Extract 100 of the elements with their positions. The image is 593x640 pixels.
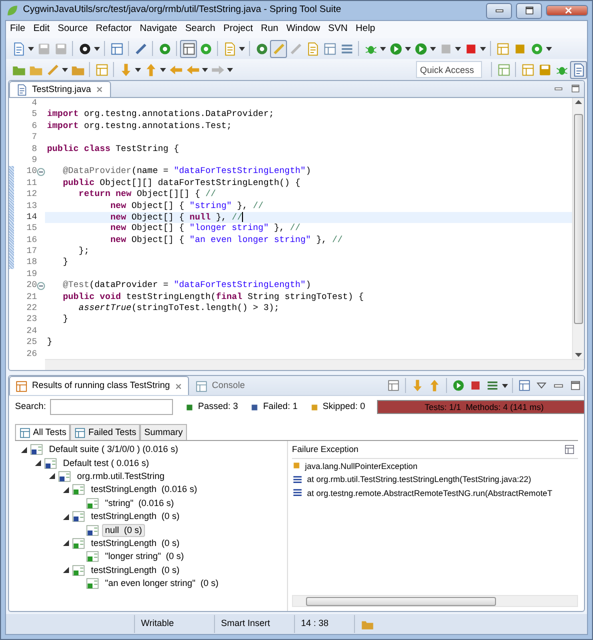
page-icon: [306, 42, 320, 56]
minimize-button[interactable]: [486, 2, 512, 18]
expander-icon[interactable]: [35, 460, 41, 466]
horizontal-scrollbar[interactable]: [292, 595, 578, 607]
expander-icon[interactable]: [63, 567, 69, 574]
code-line: public void testStringLength(final String stringToTest) {: [62, 292, 365, 304]
line-number: 9: [30, 154, 38, 166]
maximize-icon: [569, 379, 582, 392]
menu-item[interactable]: Search: [181, 22, 220, 37]
run-icon: [452, 379, 465, 392]
tree-item[interactable]: null (0 s): [102, 524, 146, 537]
collapse-icon[interactable]: [37, 168, 45, 176]
tree-item[interactable]: testStringLength (0 s): [88, 510, 183, 524]
line-number: 20: [9, 280, 45, 292]
caret-icon[interactable]: [380, 46, 386, 50]
tree-item[interactable]: "string" (0.016 s): [102, 496, 177, 510]
tree-item[interactable]: "an even longer string" (0 s): [102, 577, 222, 590]
window-icon: [322, 42, 336, 56]
caret-icon[interactable]: [239, 46, 245, 50]
vertical-scrollbar[interactable]: [572, 98, 584, 359]
menu-item[interactable]: Window: [282, 22, 324, 37]
menu-item[interactable]: SVN: [324, 22, 352, 37]
run-icon: [414, 42, 428, 56]
scroll-down-icon[interactable]: [575, 353, 582, 357]
caret-icon[interactable]: [160, 68, 166, 72]
stack-trace-line[interactable]: java.lang.NullPointerException: [305, 460, 418, 472]
caret-icon[interactable]: [135, 68, 141, 72]
tab[interactable]: Failed Tests: [70, 424, 140, 440]
stack-trace-line[interactable]: at org.testng.remote.AbstractRemoteTestNG.run(AbstractRemoteT: [307, 486, 552, 499]
up-arrow-icon: [428, 379, 441, 392]
collapse-icon[interactable]: [37, 282, 45, 290]
code-line: }: [62, 257, 70, 269]
leaf-icon: [5, 4, 19, 18]
tree-item[interactable]: Default suite ( 3/1/0/0 ) (0.016 s): [46, 443, 182, 456]
scroll-up-icon[interactable]: [575, 100, 582, 104]
window-icon: [518, 379, 531, 392]
menu-item[interactable]: Refactor: [92, 22, 136, 37]
caret-icon[interactable]: [455, 46, 461, 50]
tab[interactable]: All Tests: [15, 424, 70, 440]
window-icon: [520, 62, 534, 76]
maximize-button[interactable]: [516, 2, 542, 18]
tree-item[interactable]: "longer string" (0 s): [102, 550, 187, 564]
line-number: 24: [25, 326, 38, 338]
tree-icon: [74, 426, 86, 438]
menu-item[interactable]: File: [6, 22, 30, 37]
menu-item[interactable]: Edit: [29, 22, 54, 37]
tree-item[interactable]: testStringLength (0 s): [88, 564, 183, 577]
window-icon: [182, 42, 196, 56]
tree-item[interactable]: testStringLength (0.016 s): [88, 483, 200, 496]
search-field[interactable]: [50, 399, 174, 415]
tree-item[interactable]: Default test ( 0.016 s): [60, 456, 152, 470]
toolbar-button[interactable]: [180, 40, 197, 58]
caret-icon[interactable]: [546, 46, 552, 50]
code-line: @DataProvider(name = "dataForTestStringLength"): [62, 166, 312, 178]
caret-icon[interactable]: [94, 46, 100, 50]
tree-item[interactable]: org.rmb.util.TestString: [74, 470, 168, 483]
menu-item[interactable]: Project: [219, 22, 257, 37]
tree-item[interactable]: testStringLength (0 s): [88, 536, 183, 550]
expander-icon[interactable]: [63, 540, 69, 546]
counter-label: Failed: 1: [263, 400, 298, 414]
line-number: 6: [30, 120, 38, 132]
quick-access-field[interactable]: Quick Access: [416, 61, 482, 78]
caret-icon[interactable]: [62, 68, 68, 72]
tree-icon: [19, 426, 31, 438]
exception-icon: [292, 461, 301, 470]
caret-icon[interactable]: [202, 68, 208, 72]
editor-tab[interactable]: TestString.java: [9, 81, 112, 97]
close-icon: [562, 5, 574, 16]
code-line: };: [78, 246, 90, 258]
caret-icon[interactable]: [430, 46, 436, 50]
caret-icon[interactable]: [28, 46, 34, 50]
menu-item[interactable]: Source: [54, 22, 92, 37]
perspective-button[interactable]: [570, 60, 587, 78]
menu-item[interactable]: Run: [256, 22, 282, 37]
view-tab[interactable]: Results of running class TestString: [9, 376, 189, 395]
maximize-icon: [570, 82, 581, 94]
expander-icon[interactable]: [63, 486, 69, 493]
expander-icon[interactable]: [21, 446, 27, 453]
expander-icon[interactable]: [49, 473, 55, 480]
caret-icon[interactable]: [502, 384, 508, 388]
status-field: 14 : 38: [294, 615, 354, 633]
close-icon: [95, 85, 104, 94]
menu-item[interactable]: Help: [352, 22, 380, 37]
close-button[interactable]: [546, 4, 588, 16]
tab[interactable]: Summary: [140, 424, 187, 440]
horizontal-scrollbar[interactable]: [45, 359, 584, 370]
line-number: 21: [25, 292, 38, 304]
line-number: 22: [25, 303, 38, 314]
window-icon: [496, 62, 510, 76]
line-number: 26: [25, 348, 38, 360]
skipped-icon: [310, 402, 319, 412]
caret-icon[interactable]: [405, 46, 411, 50]
view-tab[interactable]: Console: [188, 376, 251, 395]
passed-icon: [185, 402, 194, 412]
caret-icon[interactable]: [227, 68, 233, 72]
menu-item[interactable]: Navigate: [136, 22, 182, 37]
stack-trace-line[interactable]: at org.rmb.util.TestString.testStringLength(TestString.java:22): [307, 473, 532, 486]
caret-icon[interactable]: [480, 46, 486, 50]
expander-icon[interactable]: [63, 514, 69, 520]
line-number: 10: [9, 166, 45, 178]
